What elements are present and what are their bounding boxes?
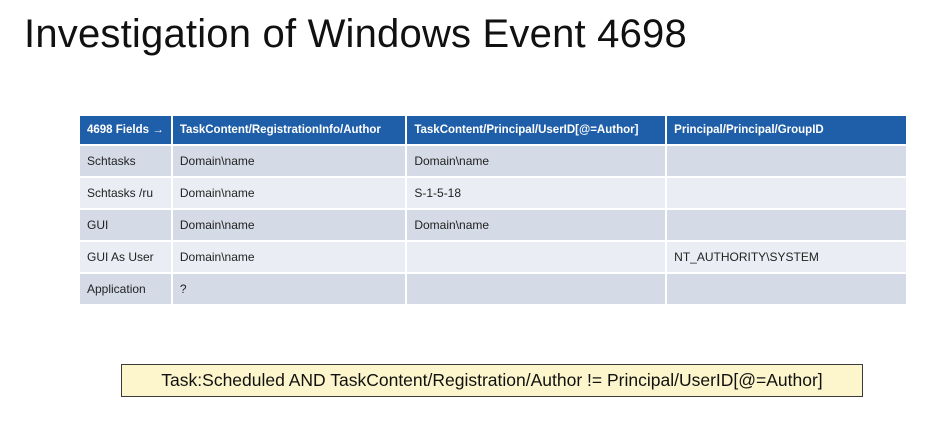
table-cell: NT_AUTHORITY\SYSTEM: [667, 242, 906, 272]
table-cell: GUI: [80, 210, 171, 240]
table-row: GUI Domain\name Domain\name: [80, 210, 906, 240]
table-cell: Domain\name: [172, 178, 406, 208]
table-cell: [407, 274, 666, 304]
header-fields: 4698 Fields →: [80, 116, 171, 144]
table-cell: [667, 146, 906, 176]
table-cell: Domain\name: [172, 210, 406, 240]
slide-title: Investigation of Windows Event 4698: [24, 12, 687, 56]
table-cell: [667, 178, 906, 208]
table-row: Schtasks Domain\name Domain\name: [80, 146, 906, 176]
table-cell: GUI As User: [80, 242, 171, 272]
table-cell: Domain\name: [172, 146, 406, 176]
query-callout: Task:Scheduled AND TaskContent/Registrat…: [121, 364, 863, 397]
table-cell: Application: [80, 274, 171, 304]
table-row: Schtasks /ru Domain\name S-1-5-18: [80, 178, 906, 208]
header-registration-author: TaskContent/RegistrationInfo/Author: [172, 116, 406, 144]
header-principal-groupid: Principal/Principal/GroupID: [667, 116, 906, 144]
table-cell: S-1-5-18: [407, 178, 666, 208]
table-cell: [667, 274, 906, 304]
table-cell: Domain\name: [407, 146, 666, 176]
table-row: GUI As User Domain\name NT_AUTHORITY\SYS…: [80, 242, 906, 272]
table-row: Application ?: [80, 274, 906, 304]
table-header-row: 4698 Fields → TaskContent/RegistrationIn…: [80, 116, 906, 144]
table-cell: Domain\name: [407, 210, 666, 240]
table-cell: Domain\name: [172, 242, 406, 272]
header-principal-userid: TaskContent/Principal/UserID[@=Author]: [407, 116, 666, 144]
table-cell: [667, 210, 906, 240]
table-cell: [407, 242, 666, 272]
table-cell: Schtasks: [80, 146, 171, 176]
table-cell: ?: [172, 274, 406, 304]
event-fields-table: 4698 Fields → TaskContent/RegistrationIn…: [78, 114, 908, 306]
table-cell: Schtasks /ru: [80, 178, 171, 208]
